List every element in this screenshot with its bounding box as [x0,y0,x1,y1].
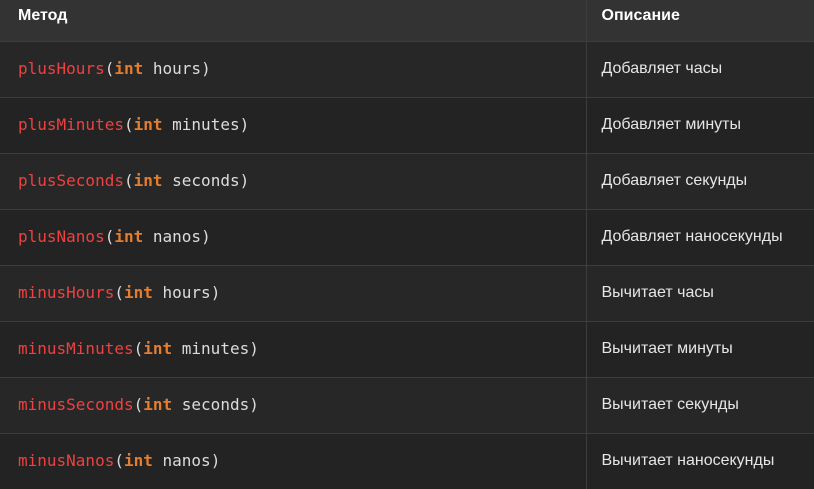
method-signature: plusHours(int hours) [18,59,211,78]
open-paren: ( [104,227,115,246]
close-paren: ) [249,395,259,414]
method-cell: minusHours(int hours) [0,265,587,321]
description-cell: Вычитает наносекунды [601,452,775,470]
open-paren: ( [133,339,144,358]
table-row: plusSeconds(int seconds) Добавляет секун… [0,153,814,209]
param-type: int [123,451,153,471]
method-cell: minusMinutes(int minutes) [0,321,587,377]
param-type: int [114,227,144,246]
description-cell: Вычитает часы [601,284,714,301]
param-type: int [133,115,163,134]
open-paren: ( [133,395,144,414]
close-paren: ) [239,171,250,190]
description-cell: Добавляет наносекунды [601,228,783,245]
description-cell: Добавляет минуты [601,116,741,133]
method-signature: plusNanos(int nanos) [18,227,211,246]
param-name: nanos [162,451,211,471]
open-paren: ( [104,59,115,78]
table-row: plusNanos(int nanos) Добавляет наносекун… [0,209,814,265]
method-name: plusNanos [18,227,105,246]
param-type: int [143,395,173,414]
method-cell: plusNanos(int nanos) [0,209,587,265]
method-name: minusHours [18,283,115,302]
table-row: minusHours(int hours) Вычитает часы [0,265,814,321]
param-name: seconds [172,171,240,190]
param-type: int [123,283,153,302]
close-paren: ) [210,451,221,471]
param-name: hours [162,283,211,302]
method-signature: minusMinutes(int minutes) [18,339,259,358]
method-signature: minusSeconds(int seconds) [18,395,259,414]
open-paren: ( [123,171,134,190]
param-name: nanos [152,227,202,246]
table-row: plusHours(int hours) Добавляет часы [0,41,814,97]
method-name: plusSeconds [18,171,124,190]
open-paren: ( [114,283,124,302]
description-cell: Добавляет секунды [601,172,748,189]
close-paren: ) [249,339,259,358]
methods-table: Метод Описание plusHours(int hours) Доба… [0,0,814,489]
header-method: Метод [0,0,587,42]
description-cell: Добавляет часы [601,60,723,77]
param-type: int [114,59,144,78]
param-type: int [143,339,173,358]
method-signature: plusMinutes(int minutes) [18,115,249,134]
method-cell: plusHours(int hours) [0,41,587,97]
param-name: seconds [181,395,250,414]
method-name: minusMinutes [18,339,134,358]
table-row: minusNanos(int nanos) Вычитает наносекун… [0,433,814,489]
close-paren: ) [239,115,250,134]
open-paren: ( [123,115,134,134]
method-signature: minusHours(int hours) [18,283,220,302]
param-name: minutes [172,115,240,134]
method-name: minusNanos [18,451,115,471]
method-cell: minusSeconds(int seconds) [0,377,587,433]
description-cell: Вычитает минуты [601,340,733,357]
method-name: plusHours [18,59,105,78]
param-name: minutes [181,339,250,358]
method-cell: minusNanos(int nanos) [0,433,587,489]
method-name: minusSeconds [18,395,134,414]
method-signature: plusSeconds(int seconds) [18,171,249,190]
table-header-row: Метод Описание [0,0,814,42]
method-cell: plusSeconds(int seconds) [0,153,587,209]
param-type: int [133,171,163,190]
close-paren: ) [201,59,211,78]
param-name: hours [152,59,202,78]
table-row: plusMinutes(int minutes) Добавляет минут… [0,97,814,153]
description-cell: Вычитает секунды [601,396,739,413]
method-name: plusMinutes [18,115,124,134]
close-paren: ) [210,283,221,302]
table-row: minusMinutes(int minutes) Вычитает минут… [0,321,814,377]
header-description: Описание [586,0,814,42]
close-paren: ) [201,227,211,246]
open-paren: ( [114,451,124,471]
table-row: minusSeconds(int seconds) Вычитает секун… [0,377,814,433]
method-cell: plusMinutes(int minutes) [0,97,587,153]
method-signature: minusNanos(int nanos) [18,451,220,470]
